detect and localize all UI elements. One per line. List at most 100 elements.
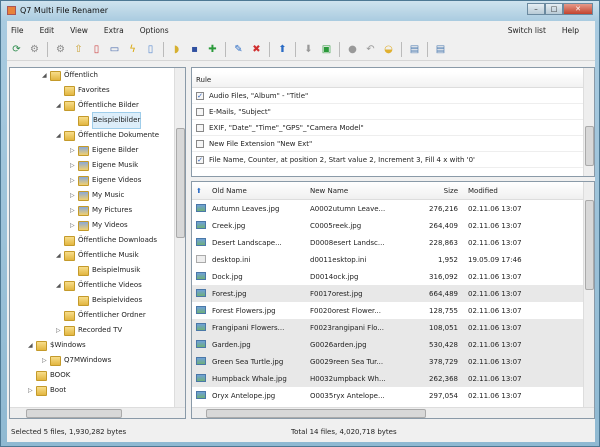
tree-node[interactable]: Öffentliche Downloads (10, 233, 185, 248)
folder-tree[interactable]: ◢ Öffentlich Favorites ◢ Öffentliche Bilder B… (9, 67, 186, 419)
file-row[interactable]: Creek.jpg C0005reek.jpg 264,409 02.11.06 13… (192, 217, 594, 234)
menu-extra[interactable]: Extra (104, 26, 124, 35)
close-button[interactable]: ✕ (563, 3, 593, 15)
tree-horizontal-scrollbar[interactable] (10, 407, 185, 418)
expand-toggle-icon[interactable]: ▷ (70, 218, 78, 233)
file-row[interactable]: Forest.jpg F0017orest.jpg 664,489 02.11.06 … (192, 285, 594, 302)
menu-file[interactable]: File (11, 26, 24, 35)
tree-node[interactable]: ▷ Recorded TV (10, 323, 185, 338)
expand-toggle-icon[interactable]: ▷ (56, 323, 64, 338)
column-old-name[interactable]: Old Name (212, 187, 310, 195)
expand-toggle-icon[interactable]: ▷ (70, 158, 78, 173)
expand-toggle-icon[interactable]: ◢ (56, 128, 64, 143)
arrow-up-icon[interactable]: ⬆ (275, 42, 290, 57)
tree-node[interactable]: Öffentlicher Ordner (10, 308, 185, 323)
expand-toggle-icon[interactable]: ◢ (42, 68, 50, 83)
expand-toggle-icon[interactable]: ▷ (42, 353, 50, 368)
open-icon[interactable]: ◗ (169, 42, 184, 57)
tree-node[interactable]: Favorites (10, 83, 185, 98)
expand-toggle-icon[interactable]: ▷ (70, 173, 78, 188)
expand-toggle-icon[interactable]: ▷ (70, 143, 78, 158)
sort-icon[interactable]: ⬆ (192, 187, 212, 195)
expand-toggle-icon[interactable]: ◢ (28, 338, 36, 353)
rules-list[interactable]: Rule ✓ Audio Files, "Album" - "Title" E-Ma… (191, 67, 595, 177)
file-list[interactable]: ⬆ Old Name New Name Size Modified Autumn… (191, 181, 595, 419)
tree-node[interactable]: ◢ Öffentliche Dokumente (10, 128, 185, 143)
tree-node[interactable]: Beispielvideos (10, 293, 185, 308)
tree-node[interactable]: ▷ Eigene Videos (10, 173, 185, 188)
file-row[interactable]: Dock.jpg D0014ock.jpg 316,092 02.11.06 13:0… (192, 268, 594, 285)
edit-icon[interactable]: ✎ (231, 42, 246, 57)
tree-node[interactable]: ◢ Öffentlich (10, 68, 185, 83)
lightning-icon[interactable]: ϟ (125, 42, 140, 57)
tree-node[interactable]: ▷ My Videos (10, 218, 185, 233)
rule-item[interactable]: ✓ Audio Files, "Album" - "Title" (192, 88, 594, 104)
delete-icon[interactable]: ✖ (249, 42, 264, 57)
files-horizontal-scrollbar[interactable] (192, 407, 594, 418)
minimize-button[interactable]: – (527, 3, 545, 15)
tree-node[interactable]: Beispielbilder (10, 112, 185, 129)
rule-item[interactable]: E-Mails, "Subject" (192, 104, 594, 120)
window-icon[interactable]: ▤ (407, 42, 422, 57)
rule-checkbox[interactable] (196, 139, 204, 148)
expand-toggle-icon[interactable]: ▷ (28, 383, 36, 398)
gear-icon[interactable]: ⚙ (27, 42, 42, 57)
tree-node[interactable]: ◢ $Windows (10, 338, 185, 353)
rule-item[interactable]: EXIF, "Date"_"Time"_"GPS"_"Camera Model" (192, 120, 594, 136)
tree-node[interactable]: ◢ Öffentliche Bilder (10, 98, 185, 113)
tree-node[interactable]: ▷ Eigene Musik (10, 158, 185, 173)
tree-node[interactable]: ▷ Q7MWindows (10, 353, 185, 368)
file-row[interactable]: Forest Flowers.jpg F0020orest Flower... 12… (192, 302, 594, 319)
file-row[interactable]: desktop.ini d0011esktop.ini 1,952 19.05.09 … (192, 251, 594, 268)
menu-switch-list[interactable]: Switch list (508, 26, 546, 35)
file-row[interactable]: Garden.jpg G0026arden.jpg 530,428 02.11.06 … (192, 336, 594, 353)
expand-toggle-icon[interactable]: ◢ (56, 248, 64, 263)
column-size[interactable]: Size (410, 187, 462, 195)
tree-node[interactable]: ▷ My Music (10, 188, 185, 203)
folder-up-icon[interactable]: ⇧ (71, 42, 86, 57)
file-row[interactable]: Frangipani Flowers... F0023rangipani Flo.… (192, 319, 594, 336)
new-file-icon[interactable]: ▯ (143, 42, 158, 57)
file-row[interactable]: Oryx Antelope.jpg O0035ryx Antelope... 297… (192, 387, 594, 404)
column-new-name[interactable]: New Name (310, 187, 410, 195)
rule-item[interactable]: New File Extension "New Ext" (192, 136, 594, 152)
tree-node[interactable]: ◢ Öffentliche Musik (10, 248, 185, 263)
file-row[interactable]: Green Sea Turtle.jpg G0029reen Sea Tur...… (192, 353, 594, 370)
expand-toggle-icon[interactable]: ▷ (70, 203, 78, 218)
menu-view[interactable]: View (70, 26, 88, 35)
gear-icon[interactable]: ⚙ (53, 42, 68, 57)
file-icon[interactable]: ▯ (89, 42, 104, 57)
rule-item[interactable]: ✓ File Name, Counter, at position 2, Star… (192, 152, 594, 168)
file-row[interactable]: Desert Landscape... D0008esert Landsc... 2… (192, 234, 594, 251)
file-row[interactable]: Humpback Whale.jpg H0032umpback Wh... 262,… (192, 370, 594, 387)
tree-node[interactable]: Beispielmusik (10, 263, 185, 278)
tree-vertical-scrollbar[interactable] (174, 68, 185, 407)
tree-node[interactable]: ◢ Öffentliche Videos (10, 278, 185, 293)
folder-icon[interactable]: ◒ (381, 42, 396, 57)
files-vertical-scrollbar[interactable] (583, 182, 594, 407)
window-icon[interactable]: ▤ (433, 42, 448, 57)
add-icon[interactable]: ✚ (205, 42, 220, 57)
maximize-button[interactable]: □ (545, 3, 563, 15)
column-modified[interactable]: Modified (462, 187, 522, 195)
rule-checkbox[interactable] (196, 123, 204, 132)
book-icon[interactable]: ▭ (107, 42, 122, 57)
menu-edit[interactable]: Edit (40, 26, 55, 35)
tree-node[interactable]: BOOK (10, 368, 185, 383)
arrow-down-icon[interactable]: ⬇ (301, 42, 316, 57)
run-icon[interactable]: ▣ (319, 42, 334, 57)
tree-node[interactable]: ▷ Boot (10, 383, 185, 398)
rules-scrollbar[interactable] (583, 68, 594, 176)
refresh-icon[interactable]: ⟳ (9, 42, 24, 57)
file-row[interactable]: Autumn Leaves.jpg A0002utumn Leave... 276,… (192, 200, 594, 217)
tree-node[interactable]: ▷ My Pictures (10, 203, 185, 218)
menu-options[interactable]: Options (140, 26, 169, 35)
expand-toggle-icon[interactable]: ▷ (70, 188, 78, 203)
menu-help[interactable]: Help (562, 26, 579, 35)
rule-checkbox[interactable]: ✓ (196, 155, 204, 164)
rule-checkbox[interactable]: ✓ (196, 91, 204, 100)
tree-node[interactable]: ▷ Eigene Bilder (10, 143, 185, 158)
undo-icon[interactable]: ↶ (363, 42, 378, 57)
save-icon[interactable]: ▪ (187, 42, 202, 57)
rule-checkbox[interactable] (196, 107, 204, 116)
